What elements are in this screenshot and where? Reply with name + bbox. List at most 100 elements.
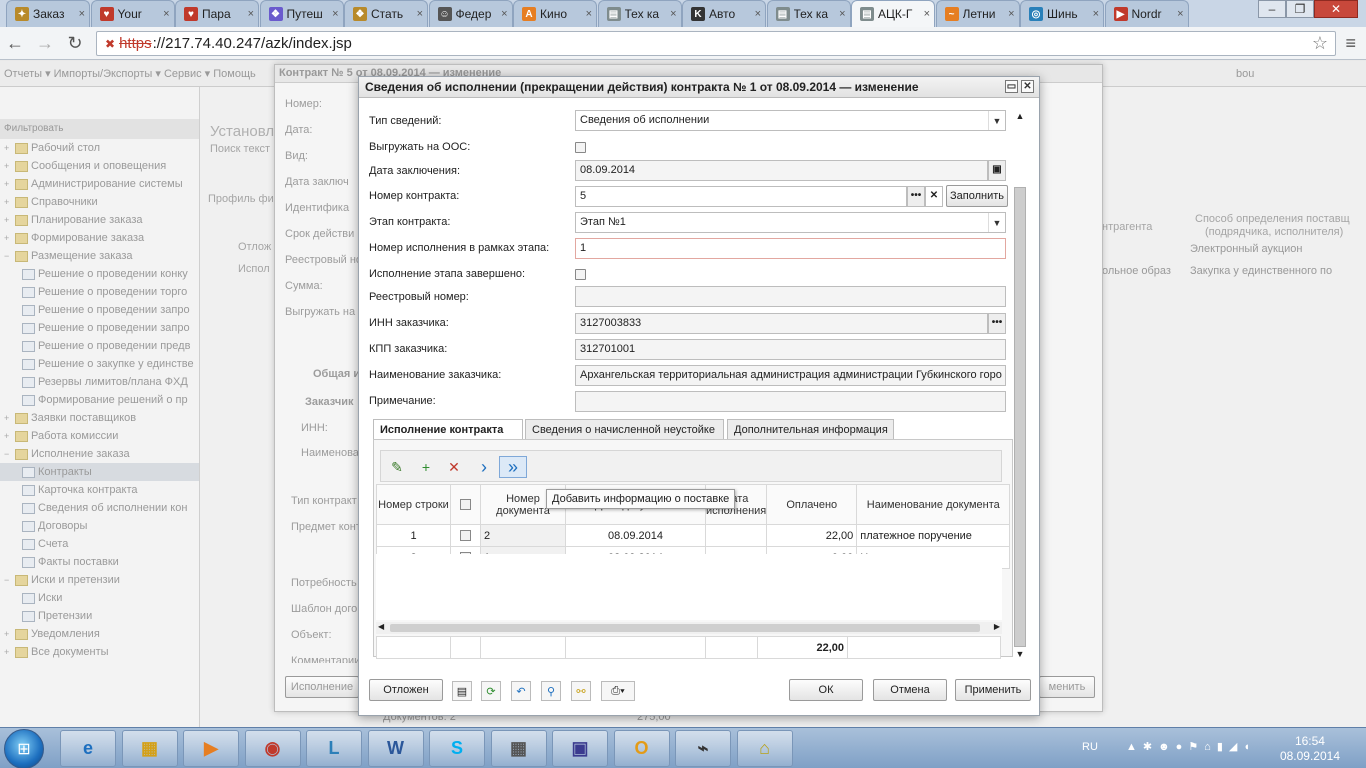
browser-tab[interactable]: ❖ Путеш × bbox=[259, 0, 344, 27]
sidebar-tree-item[interactable]: Решение о проведении запро bbox=[0, 319, 199, 337]
sidebar-tree-item[interactable]: Иски bbox=[0, 589, 199, 607]
calendar-icon[interactable]: ▣ bbox=[988, 160, 1006, 181]
scroll-up-icon[interactable]: ▲ bbox=[1013, 111, 1027, 125]
tab-close-icon[interactable]: × bbox=[163, 8, 169, 20]
add-delivery-info-icon[interactable]: » bbox=[499, 456, 527, 478]
sidebar-tree-item[interactable]: Сведения об исполнении кон bbox=[0, 499, 199, 517]
expand-toggle-icon[interactable]: + bbox=[4, 233, 12, 243]
export-oos-checkbox[interactable] bbox=[575, 142, 586, 153]
browser-tab[interactable]: K Авто × bbox=[682, 0, 766, 27]
start-button[interactable]: ⊞ bbox=[4, 729, 44, 768]
stage-dropdown-icon[interactable]: ▼ bbox=[988, 213, 1005, 232]
sidebar-tree-item[interactable]: − Размещение заказа bbox=[0, 247, 199, 265]
expand-toggle-icon[interactable]: − bbox=[4, 575, 12, 585]
sidebar-tree-item[interactable]: Решение о проведении конку bbox=[0, 265, 199, 283]
contract-lookup-icon[interactable]: ••• bbox=[907, 186, 925, 207]
delete-row-icon[interactable]: ✕ bbox=[443, 456, 465, 478]
tab-close-icon[interactable]: × bbox=[586, 8, 592, 20]
tab-close-icon[interactable]: × bbox=[79, 8, 85, 20]
table-row[interactable]: 1 2 08.09.2014 22,00 платежное поручение bbox=[376, 524, 1011, 547]
clock[interactable]: 16:54 08.09.2014 bbox=[1280, 734, 1340, 764]
browser-tab[interactable]: ▤ Тех ка × bbox=[766, 0, 851, 27]
sidebar-tree-item[interactable]: + Сообщения и оповещения bbox=[0, 157, 199, 175]
maximize-button[interactable]: ❐ bbox=[1286, 0, 1314, 18]
grid-scroll-thumb[interactable] bbox=[390, 624, 980, 632]
ok-button[interactable]: ОК bbox=[789, 679, 863, 701]
mid-execution-button[interactable]: Исполнение bbox=[285, 676, 359, 698]
minimize-button[interactable]: – bbox=[1258, 0, 1286, 18]
tab-penalty-info[interactable]: Сведения о начисленной неустойке bbox=[525, 419, 724, 440]
scroll-down-icon[interactable]: ▼ bbox=[1013, 649, 1027, 661]
dialog-close-icon[interactable]: ✕ bbox=[1021, 80, 1034, 93]
outlook-taskbar-icon[interactable]: O bbox=[613, 730, 670, 767]
browser-tab[interactable]: ▤ Тех ка × bbox=[597, 0, 682, 27]
sidebar-tree-item[interactable]: Формирование решений о пр bbox=[0, 391, 199, 409]
stage-select[interactable]: Этап №1 bbox=[575, 212, 1006, 233]
sidebar-tree-item[interactable]: + Рабочий стол bbox=[0, 139, 199, 157]
tab-close-icon[interactable]: × bbox=[1008, 8, 1014, 20]
sidebar-tree-item[interactable]: − Иски и претензии bbox=[0, 571, 199, 589]
next-icon[interactable]: › bbox=[473, 456, 495, 478]
scroll-thumb[interactable] bbox=[1014, 187, 1026, 647]
forward-icon[interactable]: → bbox=[30, 33, 60, 54]
sidebar-tree-item[interactable]: Карточка контракта bbox=[0, 481, 199, 499]
expand-toggle-icon[interactable]: + bbox=[4, 215, 12, 225]
conclusion-date-field[interactable]: 08.09.2014 bbox=[575, 160, 988, 181]
sidebar-tree-item[interactable]: + Формирование заказа bbox=[0, 229, 199, 247]
tab-additional-info[interactable]: Дополнительная информация bbox=[727, 419, 894, 440]
sidebar-tree-item[interactable]: Претензии bbox=[0, 607, 199, 625]
grid-horizontal-scrollbar[interactable]: ◀ ▶ bbox=[376, 622, 1002, 634]
exec-number-field[interactable]: 1 bbox=[575, 238, 1006, 259]
bookmark-star-icon[interactable]: ☆ bbox=[1312, 33, 1328, 54]
expand-toggle-icon[interactable]: + bbox=[4, 431, 12, 441]
sidebar-tree-item[interactable]: + Администрирование системы bbox=[0, 175, 199, 193]
browser-tab[interactable]: A Кино × bbox=[513, 0, 597, 27]
expand-toggle-icon[interactable]: + bbox=[4, 647, 12, 657]
sidebar-tree-item[interactable]: + Уведомления bbox=[0, 625, 199, 643]
browser-tab[interactable]: ☺ Федер × bbox=[428, 0, 513, 27]
expand-toggle-icon[interactable]: + bbox=[4, 179, 12, 189]
tab-contract-execution[interactable]: Исполнение контракта bbox=[373, 419, 523, 440]
document-icon[interactable]: ▤ bbox=[452, 681, 472, 701]
tab-close-icon[interactable]: × bbox=[670, 8, 676, 20]
inn-lookup-icon[interactable]: ••• bbox=[988, 313, 1006, 334]
sidebar-tree-item[interactable]: + Работа комиссии bbox=[0, 427, 199, 445]
attachment-icon[interactable]: ⚲ bbox=[541, 681, 561, 701]
sidebar-tree-item[interactable]: Контракты bbox=[0, 463, 199, 481]
link-icon[interactable]: ⚯ bbox=[571, 681, 591, 701]
select-all-checkbox[interactable] bbox=[460, 499, 471, 511]
chrome-taskbar-icon[interactable]: ◉ bbox=[244, 730, 301, 767]
tab-close-icon[interactable]: × bbox=[1093, 8, 1099, 20]
sidebar-tree-item[interactable]: Решение о проведении торго bbox=[0, 283, 199, 301]
defer-button[interactable]: Отложен bbox=[369, 679, 443, 701]
tab-close-icon[interactable]: × bbox=[248, 8, 254, 20]
tab-close-icon[interactable]: × bbox=[839, 8, 845, 20]
print-icon[interactable]: ⎙▾ bbox=[601, 681, 635, 701]
contract-number-field[interactable]: 5 bbox=[575, 186, 907, 207]
tab-close-icon[interactable]: × bbox=[332, 8, 338, 20]
scroll-right-icon[interactable]: ▶ bbox=[994, 622, 1000, 631]
browser-tab[interactable]: ~ Летни × bbox=[935, 0, 1020, 27]
tab-close-icon[interactable]: × bbox=[924, 8, 930, 20]
browser-tab[interactable]: ✦ Заказ × bbox=[6, 0, 90, 27]
mid-tab-general[interactable]: Общая и bbox=[313, 368, 360, 380]
row-checkbox[interactable] bbox=[460, 530, 471, 542]
close-window-button[interactable]: ✕ bbox=[1314, 0, 1358, 18]
sidebar-tree-item[interactable]: Решение о проведении предв bbox=[0, 337, 199, 355]
customer-name-field[interactable]: Архангельская территориальная администра… bbox=[575, 365, 1006, 386]
app-menu-items[interactable]: Отчеты ▾ Импорты/Экспорты ▾ Сервис ▾ Пом… bbox=[4, 68, 256, 80]
tab-close-icon[interactable]: × bbox=[1177, 8, 1183, 20]
tab-close-icon[interactable]: × bbox=[501, 8, 507, 20]
tab-close-icon[interactable]: × bbox=[755, 8, 761, 20]
save-taskbar-icon[interactable]: ▣ bbox=[552, 730, 608, 767]
gold-taskbar-icon[interactable]: ⌂ bbox=[736, 730, 793, 767]
browser-tab[interactable]: ♥ Your × bbox=[90, 0, 175, 27]
dialog-maximize-icon[interactable]: ▭ bbox=[1005, 80, 1018, 93]
back-icon[interactable]: ← bbox=[0, 33, 30, 54]
contract-clear-icon[interactable]: ✕ bbox=[925, 186, 943, 207]
reload-icon[interactable]: ↻ bbox=[60, 33, 90, 54]
apply-button[interactable]: Применить bbox=[955, 679, 1031, 701]
browser-tab[interactable]: ▤ АЦК-Г × bbox=[851, 0, 935, 27]
tab-close-icon[interactable]: × bbox=[417, 8, 423, 20]
edit-row-icon[interactable]: ✎ bbox=[386, 456, 408, 478]
